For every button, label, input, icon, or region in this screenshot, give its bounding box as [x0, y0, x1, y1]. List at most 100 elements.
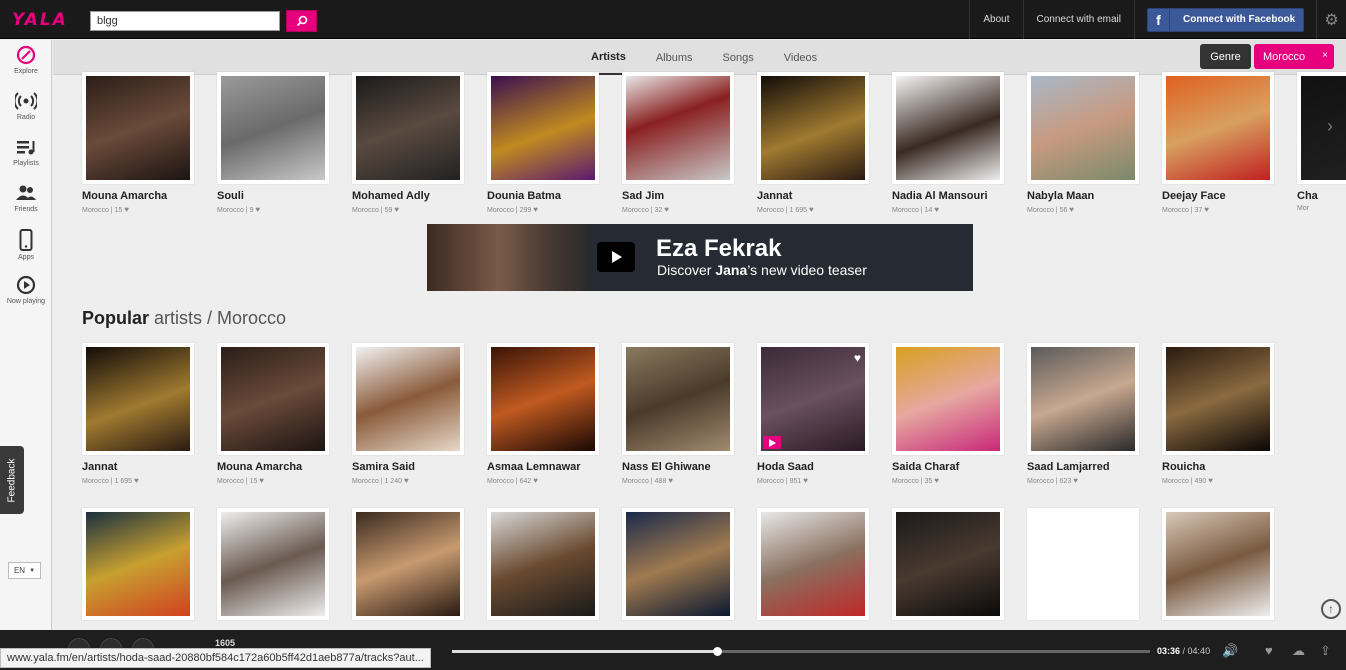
artist-name[interactable]: Saida Charaf — [892, 461, 1004, 473]
artist-card[interactable]: Saad Lamjarred Morocco | 623 ♥ — [1027, 343, 1139, 485]
artist-card[interactable]: Abdellah Daoudi — [622, 508, 734, 626]
artist-card[interactable]: Nass El Ghiwane Morocco | 488 ♥ — [622, 343, 734, 485]
artist-card[interactable]: Samira Said Morocco | 1 240 ♥ — [352, 343, 464, 485]
artist-card[interactable]: Orchestre El Assi — [217, 508, 329, 626]
volume-icon[interactable]: 🔊 — [1222, 643, 1238, 659]
artist-card[interactable]: Asmaa Lemnawar Morocco | 642 ♥ — [487, 343, 599, 485]
artist-card[interactable]: Jannat Morocco | 1 695 ♥ — [82, 343, 194, 485]
chevron-right-icon[interactable]: › — [1327, 116, 1333, 137]
yala-logo[interactable]: YALA — [12, 10, 68, 30]
artist-thumbnail[interactable] — [1162, 343, 1274, 455]
tab-videos[interactable]: Videos — [776, 40, 825, 75]
artist-name[interactable]: Hoda Saad — [757, 461, 869, 473]
artist-thumbnail[interactable] — [217, 508, 329, 620]
artist-name[interactable]: Cha — [1297, 190, 1346, 202]
artist-thumbnail[interactable] — [82, 343, 194, 455]
sidebar-item-now-playing[interactable]: Now playing — [0, 270, 52, 316]
artist-card[interactable]: Mouna Amarcha Morocco | 15 ♥ — [217, 343, 329, 485]
gear-icon[interactable]: ⚙ — [1316, 0, 1346, 39]
artist-card[interactable]: Zina Daoudia — [82, 508, 194, 626]
artist-thumbnail[interactable] — [1162, 72, 1274, 184]
artist-card[interactable]: Rouicha Morocco | 490 ♥ — [1162, 343, 1274, 485]
sidebar-item-apps[interactable]: Apps — [0, 224, 52, 270]
artist-thumbnail[interactable] — [352, 72, 464, 184]
artist-name[interactable]: Souli — [217, 190, 329, 202]
favorite-heart-icon[interactable]: ♥ — [854, 351, 861, 365]
artist-name[interactable]: Saad Lamjarred — [1027, 461, 1139, 473]
language-select[interactable]: EN ▼ — [8, 562, 41, 579]
artist-card[interactable]: Nadia Al Mansouri Morocco | 14 ♥ — [892, 72, 1004, 214]
artist-name[interactable]: Mouna Amarcha — [217, 461, 329, 473]
artist-name[interactable]: Rouicha — [1162, 461, 1274, 473]
artist-card[interactable]: Deejay Face Morocco | 37 ♥ — [1162, 72, 1274, 214]
download-icon[interactable]: ☁ — [1292, 643, 1305, 659]
search-button[interactable] — [286, 10, 317, 32]
artist-thumbnail[interactable] — [757, 72, 869, 184]
artist-card[interactable]: ♥ Hoda Saad Morocco | 851 ♥ — [757, 343, 869, 485]
artist-name[interactable]: Jannat — [757, 190, 869, 202]
scroll-to-top-icon[interactable]: ↑ — [1321, 599, 1341, 619]
search-input[interactable] — [90, 11, 280, 31]
artist-card[interactable]: Jannat Morocco | 1 695 ♥ — [757, 72, 869, 214]
tab-albums[interactable]: Albums — [648, 40, 701, 75]
artist-card[interactable]: Cheb Douzi — [487, 508, 599, 626]
artist-name[interactable]: Mohamed Adly — [352, 190, 464, 202]
artist-card[interactable]: Mouna Amarcha Morocco | 15 ♥ — [82, 72, 194, 214]
artist-card[interactable]: Sad Jim Morocco | 32 ♥ — [622, 72, 734, 214]
artist-thumbnail[interactable] — [892, 508, 1004, 620]
artist-card[interactable]: Saida Charaf Morocco | 35 ♥ — [892, 343, 1004, 485]
artist-thumbnail[interactable] — [1162, 508, 1274, 620]
artist-name[interactable]: Mouna Amarcha — [82, 190, 194, 202]
artist-name[interactable]: Sad Jim — [622, 190, 734, 202]
artist-name[interactable]: Jannat — [82, 461, 194, 473]
artist-card[interactable]: Cha Mor — [1297, 72, 1346, 212]
heart-icon[interactable]: ♥ — [1265, 643, 1273, 658]
artist-thumbnail[interactable] — [622, 343, 734, 455]
artist-card[interactable]: Jedwane — [1162, 508, 1274, 626]
country-filter[interactable]: Morocco × — [1254, 44, 1334, 69]
tab-artists[interactable]: Artists — [583, 40, 634, 75]
close-icon[interactable]: × — [1322, 50, 1328, 61]
artist-name[interactable]: Nadia Al Mansouri — [892, 190, 1004, 202]
promo-banner[interactable]: Eza Fekrak Discover Jana’s new video tea… — [427, 224, 973, 291]
artist-thumbnail[interactable] — [352, 508, 464, 620]
play-icon[interactable] — [597, 242, 635, 272]
artist-name[interactable]: Nass El Ghiwane — [622, 461, 734, 473]
artist-card[interactable]: Mohamed Adly Morocco | 59 ♥ — [352, 72, 464, 214]
artist-thumbnail[interactable] — [487, 508, 599, 620]
artist-card[interactable]: Dounia Batma Morocco | 299 ♥ — [487, 72, 599, 214]
artist-thumbnail[interactable] — [892, 72, 1004, 184]
artist-card[interactable]: Nabyla Maan Morocco | 56 ♥ — [1027, 72, 1139, 214]
artist-thumbnail[interactable] — [82, 508, 194, 620]
artist-thumbnail[interactable] — [622, 508, 734, 620]
artist-card[interactable]: Souli Morocco | 9 ♥ — [217, 72, 329, 214]
artist-thumbnail[interactable]: ♥ — [757, 343, 869, 455]
artist-card[interactable]: Khalid Bennani — [1027, 508, 1139, 626]
progress-bar[interactable] — [452, 647, 1150, 656]
sidebar-item-playlists[interactable]: Playlists — [0, 132, 52, 178]
feedback-tab[interactable]: Feedback — [0, 446, 24, 514]
genre-button[interactable]: Genre — [1200, 44, 1251, 69]
artist-thumbnail[interactable] — [217, 72, 329, 184]
play-icon[interactable] — [763, 436, 781, 449]
sidebar-item-explore[interactable]: Explore — [0, 40, 52, 86]
artist-name[interactable]: Samira Said — [352, 461, 464, 473]
artist-name[interactable]: Asmaa Lemnawar — [487, 461, 599, 473]
sidebar-item-radio[interactable]: Radio — [0, 86, 52, 132]
artist-thumbnail[interactable] — [622, 72, 734, 184]
about-link[interactable]: About — [969, 0, 1022, 39]
sidebar-item-friends[interactable]: Friends — [0, 178, 52, 224]
connect-email-link[interactable]: Connect with email — [1022, 0, 1134, 39]
artist-thumbnail[interactable] — [1297, 72, 1346, 184]
artist-thumbnail[interactable] — [217, 343, 329, 455]
artist-card[interactable]: Orchestre Tahour — [352, 508, 464, 626]
artist-thumbnail[interactable] — [487, 343, 599, 455]
artist-thumbnail[interactable] — [82, 72, 194, 184]
artist-card[interactable]: Jalal El Hamdaoui — [757, 508, 869, 626]
artist-thumbnail[interactable] — [1027, 343, 1139, 455]
artist-name[interactable]: Dounia Batma — [487, 190, 599, 202]
connect-facebook-button[interactable]: f Connect with Facebook — [1147, 7, 1304, 32]
artist-thumbnail[interactable] — [1027, 72, 1139, 184]
artist-thumbnail[interactable] — [487, 72, 599, 184]
artist-thumbnail[interactable] — [352, 343, 464, 455]
